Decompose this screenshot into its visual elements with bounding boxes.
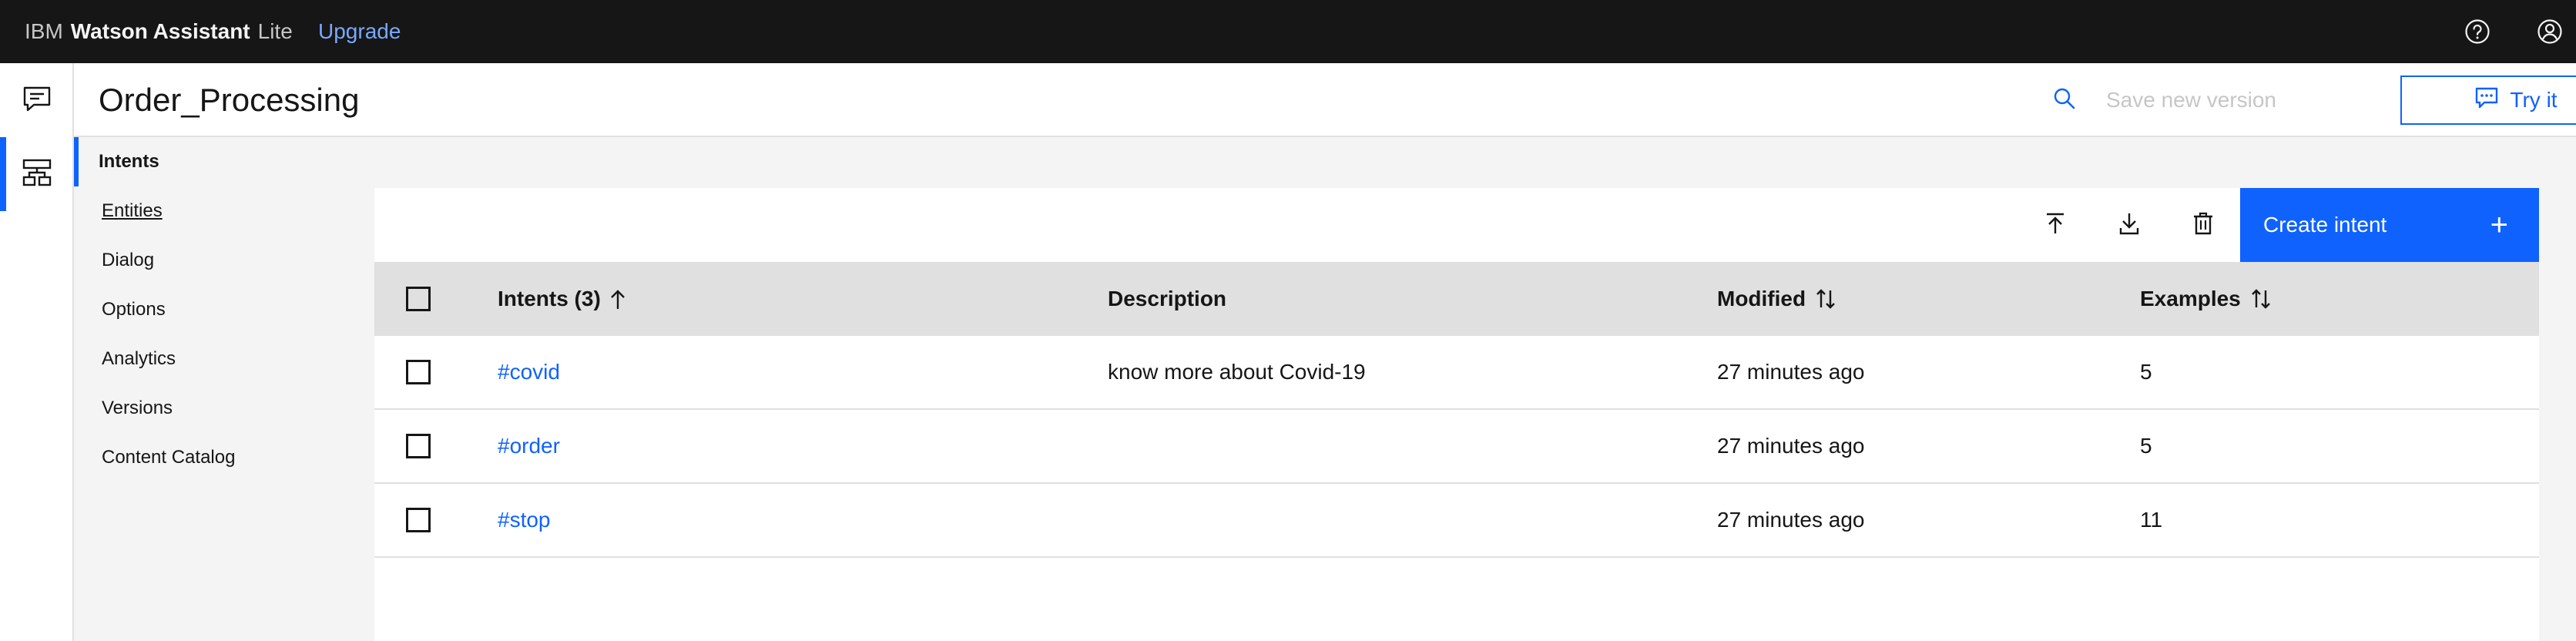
intent-modified: 27 minutes ago bbox=[1717, 360, 1865, 384]
header-modified-label: Modified bbox=[1717, 287, 1806, 310]
search-icon bbox=[2053, 87, 2076, 114]
header-modified[interactable]: Modified bbox=[1717, 262, 1836, 336]
nav-versions-label: Versions bbox=[102, 398, 173, 418]
try-it-label: Try it bbox=[2510, 88, 2558, 112]
trash-icon bbox=[2192, 211, 2215, 240]
nav-dialog[interactable]: Dialog bbox=[74, 236, 359, 285]
select-all-checkbox[interactable] bbox=[406, 287, 431, 311]
header-intents[interactable]: Intents (3) bbox=[498, 262, 626, 336]
nav-options-label: Options bbox=[102, 299, 166, 320]
intent-examples: 11 bbox=[2140, 508, 2163, 532]
create-intent-button[interactable]: Create intent + bbox=[2240, 188, 2539, 262]
table-row[interactable]: #order 27 minutes ago 5 bbox=[374, 410, 2539, 484]
table-row[interactable]: #covid know more about Covid-19 27 minut… bbox=[374, 336, 2539, 410]
row-checkbox[interactable] bbox=[406, 360, 431, 384]
intent-modified: 27 minutes ago bbox=[1717, 434, 1865, 458]
download-icon bbox=[2117, 211, 2142, 240]
upload-button[interactable] bbox=[2034, 203, 2077, 247]
table-row[interactable]: #stop 27 minutes ago 11 bbox=[374, 484, 2539, 558]
intent-modified: 27 minutes ago bbox=[1717, 508, 1865, 532]
intent-examples: 5 bbox=[2140, 434, 2152, 458]
delete-button[interactable] bbox=[2182, 203, 2225, 247]
brand-ibm: IBM bbox=[25, 19, 63, 43]
rail-assistants[interactable] bbox=[0, 64, 74, 138]
intents-panel: Create intent + Intents (3) Description … bbox=[374, 188, 2539, 641]
page-title: Order_Processing bbox=[99, 82, 360, 118]
nav-content-catalog[interactable]: Content Catalog bbox=[74, 433, 359, 482]
nav-dialog-label: Dialog bbox=[102, 250, 155, 270]
plus-icon: + bbox=[2490, 207, 2508, 242]
nav-intents-label: Intents bbox=[99, 151, 159, 172]
nav-versions[interactable]: Versions bbox=[74, 384, 359, 433]
help-icon[interactable] bbox=[2456, 10, 2499, 53]
upgrade-link[interactable]: Upgrade bbox=[318, 0, 401, 63]
top-bar: IBM Watson Assistant Lite Upgrade bbox=[0, 0, 2576, 63]
intent-examples: 5 bbox=[2140, 360, 2152, 384]
sort-arrows-icon bbox=[2250, 288, 2272, 310]
sort-arrows-icon bbox=[1815, 288, 1836, 310]
brand-logo[interactable]: IBM Watson Assistant Lite bbox=[25, 0, 293, 63]
intent-description: know more about Covid-19 bbox=[1108, 360, 1366, 384]
nav-options[interactable]: Options bbox=[74, 285, 359, 334]
upload-icon bbox=[2043, 211, 2068, 240]
left-rail bbox=[0, 63, 74, 641]
save-new-version-button[interactable]: Save new version bbox=[2106, 63, 2276, 137]
nav-analytics[interactable]: Analytics bbox=[74, 334, 359, 384]
download-button[interactable] bbox=[2108, 203, 2151, 247]
nav-analytics-label: Analytics bbox=[102, 348, 176, 369]
search-button[interactable] bbox=[2043, 79, 2086, 122]
table-header: Intents (3) Description Modified Example… bbox=[374, 262, 2539, 336]
page-header: Order_Processing Save new version Try it bbox=[74, 63, 2576, 137]
intent-link[interactable]: #order bbox=[498, 410, 560, 482]
row-checkbox[interactable] bbox=[406, 508, 431, 532]
create-intent-label: Create intent bbox=[2263, 213, 2387, 237]
header-intents-label: Intents (3) bbox=[498, 287, 601, 310]
nav-intents[interactable]: Intents bbox=[74, 137, 359, 186]
header-examples-label: Examples bbox=[2140, 287, 2241, 310]
header-examples[interactable]: Examples bbox=[2140, 262, 2272, 336]
header-description: Description bbox=[1108, 262, 1226, 336]
brand-product: Watson Assistant bbox=[70, 19, 250, 43]
intent-link[interactable]: #covid bbox=[498, 336, 560, 408]
table-toolbar: Create intent + bbox=[374, 188, 2539, 262]
arrow-up-icon bbox=[610, 288, 626, 310]
nav-content-catalog-label: Content Catalog bbox=[102, 447, 236, 468]
user-avatar-icon[interactable] bbox=[2528, 10, 2571, 53]
row-checkbox[interactable] bbox=[406, 434, 431, 458]
chat-icon bbox=[22, 86, 52, 117]
nav-entities-label: Entities bbox=[102, 200, 163, 221]
intent-link[interactable]: #stop bbox=[498, 484, 551, 556]
chat-bubble-icon bbox=[2474, 86, 2499, 115]
skill-nav: Intents Entities Dialog Options Analytic… bbox=[74, 137, 359, 641]
brand-plan: Lite bbox=[257, 19, 293, 43]
rail-skills[interactable] bbox=[0, 137, 74, 211]
header-description-label: Description bbox=[1108, 287, 1227, 310]
nav-entities[interactable]: Entities bbox=[74, 186, 359, 236]
try-it-button[interactable]: Try it bbox=[2400, 76, 2576, 125]
skills-tree-icon bbox=[22, 158, 52, 191]
